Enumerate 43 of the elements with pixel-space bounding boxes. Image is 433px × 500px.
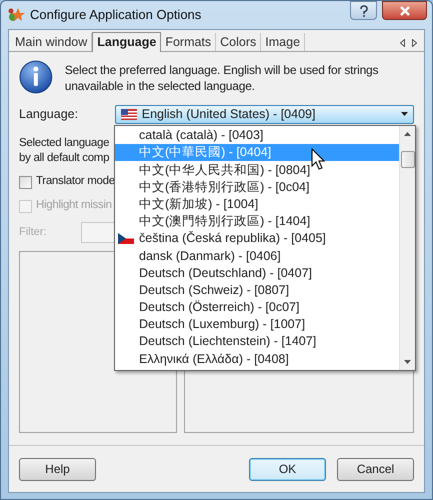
dropdown-option[interactable]: 中文(中华人民共和国) - [0804] xyxy=(115,161,399,179)
dropdown-arrow-icon xyxy=(401,112,408,116)
dropdown-option[interactable]: Deutsch (Schweiz) - [0807] xyxy=(115,282,399,299)
language-label: Language: xyxy=(19,106,80,123)
language-dropdown[interactable]: English (United States) - [0409] xyxy=(114,104,414,124)
description-text: by all default comp xyxy=(19,151,110,166)
dropdown-option[interactable]: Deutsch (Deutschland) - [0407] xyxy=(115,264,399,282)
dropdown-option[interactable]: Deutsch (Luxemburg) - [1007] xyxy=(115,316,399,334)
tab[interactable]: Language xyxy=(92,32,162,52)
info-text: Select the preferred language. English will be used for strings unavailable in the selected language. xyxy=(64,62,380,94)
window-title: Configure Application Options xyxy=(30,6,202,24)
app-icon xyxy=(7,6,25,24)
dropdown-option[interactable]: català (català) - [0403] xyxy=(115,127,399,144)
dropdown-option[interactable]: 中文(澳門特別行政區) - [1404] xyxy=(115,212,399,230)
button[interactable]: Help xyxy=(19,458,96,480)
checkbox-label: Highlight missin xyxy=(36,198,112,214)
button[interactable]: OK xyxy=(249,458,326,480)
right-arrow-icon xyxy=(412,39,416,47)
dropdown-option[interactable]: Deutsch (Österreich) - [0c07] xyxy=(115,298,399,316)
description-text: Selected language xyxy=(19,136,110,151)
filter-label: Filter: xyxy=(19,225,48,240)
dropdown-option[interactable]: dansk (Danmark) - [0406] xyxy=(115,247,399,264)
dropdown-option[interactable]: Ελληνικά (Ελλάδα) - [0408] xyxy=(115,350,399,368)
flag-icon xyxy=(118,233,134,244)
flag-icon xyxy=(120,108,137,120)
close-icon xyxy=(398,6,410,16)
left-arrow-icon xyxy=(400,39,404,47)
dropdown-option[interactable]: Deutsch (Liechtenstein) - [1407] xyxy=(115,333,399,350)
help-title-button[interactable] xyxy=(350,1,377,20)
dropdown-option[interactable]: 中文(香港特別行政區) - [0c04] xyxy=(115,178,399,196)
close-button[interactable] xyxy=(382,1,427,20)
scroll-up-icon xyxy=(404,132,411,136)
button[interactable]: Cancel xyxy=(337,458,414,480)
info-icon xyxy=(19,60,53,94)
scroll-down-icon xyxy=(404,360,411,364)
dropdown-option[interactable]: čeština (Česká republika) - [0405] xyxy=(115,230,399,248)
scrollbar-thumb[interactable] xyxy=(400,151,414,168)
scrollbar[interactable] xyxy=(399,126,415,370)
dropdown-option[interactable]: 中文(新加坡) - [1004] xyxy=(115,196,399,213)
question-icon xyxy=(358,4,368,16)
mouse-pointer-icon xyxy=(311,148,325,170)
checkbox-label: Translator mode xyxy=(36,174,115,190)
checkbox[interactable] xyxy=(19,176,32,188)
